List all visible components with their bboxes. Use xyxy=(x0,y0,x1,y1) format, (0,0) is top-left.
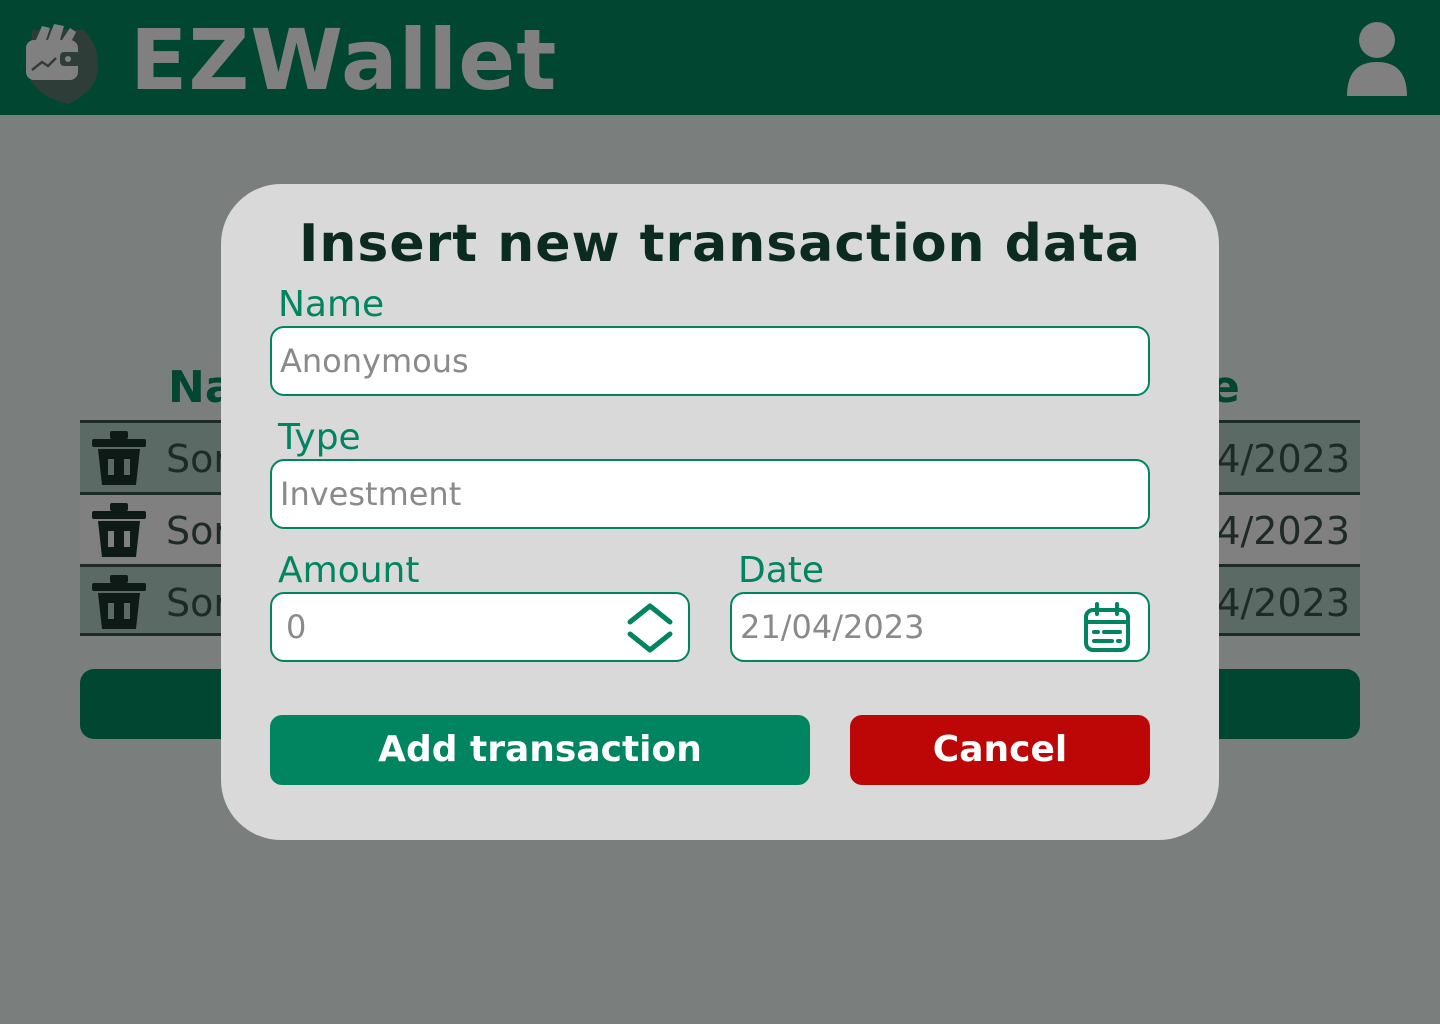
type-label: Type xyxy=(278,417,361,458)
cancel-button[interactable]: Cancel xyxy=(850,715,1150,785)
amount-input[interactable] xyxy=(286,594,616,660)
date-input[interactable] xyxy=(740,594,1070,660)
wallet-logo-icon xyxy=(22,20,102,106)
row-date: 4/2023 xyxy=(1216,509,1350,553)
row-name: Sor xyxy=(166,509,229,553)
amount-stepper-icon[interactable] xyxy=(624,600,676,656)
row-name: Sor xyxy=(166,581,229,625)
date-label: Date xyxy=(738,550,825,591)
row-name: Sor xyxy=(166,437,229,481)
add-transaction-button[interactable]: Add transaction xyxy=(270,715,810,785)
type-field xyxy=(270,459,1150,529)
app-title: EZWallet xyxy=(130,11,558,109)
trash-icon[interactable] xyxy=(90,429,148,487)
modal-title: Insert new transaction data xyxy=(299,214,1141,274)
name-label: Name xyxy=(278,284,385,325)
name-field xyxy=(270,326,1150,396)
amount-field xyxy=(270,592,690,662)
app-header: EZWallet xyxy=(0,0,1440,115)
row-date: 4/2023 xyxy=(1216,581,1350,625)
app-root: EZWallet Na e Sor 4/2023 Sor 4/2023 Sor … xyxy=(0,0,1440,1024)
new-transaction-modal: Insert new transaction data Name Type Am… xyxy=(221,184,1219,840)
user-profile-icon[interactable] xyxy=(1345,18,1409,98)
type-input[interactable] xyxy=(280,461,1140,527)
amount-label: Amount xyxy=(278,550,420,591)
name-input[interactable] xyxy=(280,328,1140,394)
trash-icon[interactable] xyxy=(90,501,148,559)
trash-icon[interactable] xyxy=(90,573,148,631)
row-date: 4/2023 xyxy=(1216,437,1350,481)
date-field xyxy=(730,592,1150,662)
calendar-icon[interactable] xyxy=(1082,602,1132,654)
